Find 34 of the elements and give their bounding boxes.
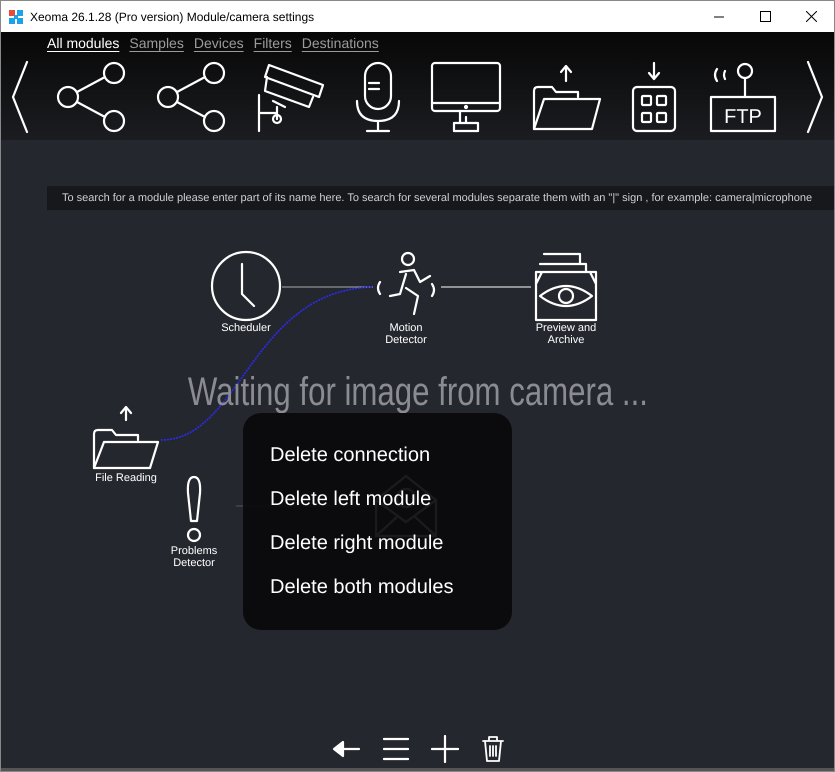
back-button[interactable] (330, 738, 360, 758)
trash-icon (480, 734, 504, 762)
add-button[interactable] (430, 734, 458, 762)
category-tab[interactable]: Devices (194, 35, 244, 54)
arrow-left-icon (330, 738, 360, 758)
menu-item[interactable]: Delete right module (270, 532, 512, 554)
close-icon[interactable] (806, 11, 816, 22)
module-label: Problems Detector (170, 545, 218, 569)
category-tab[interactable]: Samples (129, 35, 184, 54)
menu-item[interactable]: Delete connection (270, 444, 512, 466)
module-label: Motion Detector (384, 322, 428, 346)
module-label: Scheduler (220, 322, 272, 334)
category-tab[interactable]: Filters (254, 35, 292, 54)
category-tab[interactable]: Destinations (302, 35, 379, 54)
window-title: Xeoma 26.1.28 (Pro version) Module/camera settings (30, 10, 316, 24)
share-icon[interactable] (156, 61, 228, 133)
app-logo-icon (9, 10, 23, 24)
menu-icon (382, 736, 408, 760)
chevron-left-icon[interactable] (11, 60, 29, 134)
category-tab[interactable]: All modules (47, 35, 120, 54)
delete-button[interactable] (480, 734, 504, 762)
module-label: Preview and Archive (534, 322, 598, 346)
menu-button[interactable] (382, 736, 408, 760)
plus-icon (430, 734, 458, 762)
connection-line[interactable] (282, 286, 374, 288)
module-label: File Reading (94, 472, 158, 484)
monitor-icon[interactable] (430, 61, 502, 133)
maximize-icon[interactable] (760, 11, 770, 22)
menu-item[interactable]: Delete left module (270, 488, 512, 510)
clock-icon (210, 250, 282, 322)
module-search-field[interactable]: To search for a module please enter part of its name here. To search for several modules separate them with an "|" sign , for example: camera|microphone (47, 186, 834, 210)
chevron-right-icon[interactable] (806, 60, 824, 134)
menu-item[interactable]: Delete both modules (270, 576, 512, 598)
cctv-camera-icon[interactable] (255, 61, 326, 133)
